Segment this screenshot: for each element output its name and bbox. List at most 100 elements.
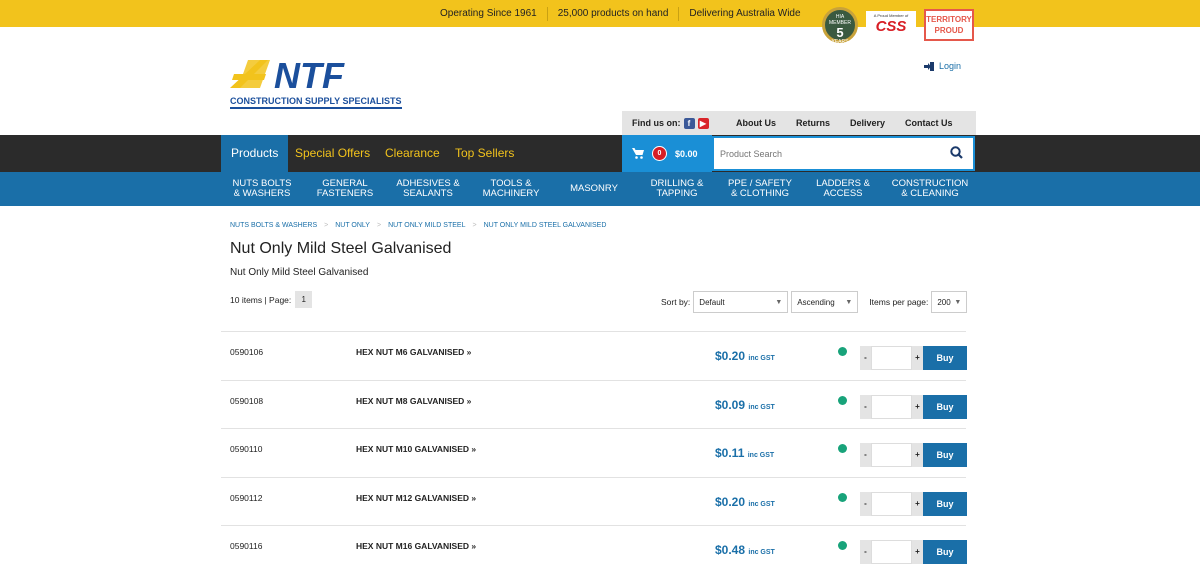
qty-minus-button[interactable]: -: [860, 394, 871, 419]
nav-about-us[interactable]: About Us: [726, 118, 786, 128]
nav-returns[interactable]: Returns: [786, 118, 840, 128]
nav-top-sellers[interactable]: Top Sellers: [445, 135, 524, 172]
product-row: 0590106 HEX NUT M6 GALVANISED » $0.20 in…: [221, 331, 967, 380]
price-gst: inc GST: [747, 452, 775, 459]
breadcrumb-item[interactable]: NUT ONLY MILD STEEL GALVANISED: [484, 222, 607, 229]
page-number-button[interactable]: 1: [295, 291, 313, 308]
cart-total: $0.00: [675, 148, 698, 159]
category-drilling-tapping[interactable]: DRILLING & TAPPING: [637, 172, 717, 206]
qty-plus-button[interactable]: +: [912, 540, 923, 564]
category-line1: MASONRY: [570, 183, 618, 194]
buy-button[interactable]: Buy: [923, 394, 967, 419]
nav-special-offers[interactable]: Special Offers: [285, 135, 380, 172]
qty-plus-button[interactable]: +: [912, 491, 923, 516]
product-search: [712, 136, 975, 171]
logo-tagline: CONSTRUCTION SUPPLY SPECIALISTS: [230, 96, 402, 109]
product-name-link[interactable]: HEX NUT M16 GALVANISED »: [356, 541, 476, 551]
territory-badge-line1: TERRITORY: [926, 15, 972, 24]
product-code: 0590106: [230, 347, 264, 357]
nav-products[interactable]: Products: [221, 135, 289, 172]
category-nav: NUTS BOLTS & WASHERS GENERAL FASTENERS ADH…: [0, 172, 1200, 206]
ntf-logo-mark: NTF: [230, 58, 345, 94]
buy-button[interactable]: Buy: [923, 443, 967, 467]
secondary-nav: Find us on: f ▶ About Us Returns Deliver…: [622, 111, 976, 135]
css-badge-text: CSS: [875, 18, 907, 35]
search-icon[interactable]: [950, 146, 963, 159]
find-us-label: Find us on:: [632, 118, 681, 128]
site-logo[interactable]: NTF CONSTRUCTION SUPPLY SPECIALISTS: [230, 58, 402, 110]
category-line2: MACHINERY: [482, 188, 540, 199]
product-code: 0590110: [230, 444, 263, 454]
category-adhesives-sealants[interactable]: ADHESIVES & SEALANTS: [388, 172, 468, 206]
product-name-link[interactable]: HEX NUT M12 GALVANISED »: [356, 493, 476, 503]
category-line2: SEALANTS: [403, 188, 453, 199]
buy-button[interactable]: Buy: [923, 491, 967, 516]
qty-plus-button[interactable]: +: [912, 443, 923, 467]
secondary-links: About Us Returns Delivery Contact Us: [726, 118, 963, 128]
nav-delivery[interactable]: Delivery: [840, 118, 895, 128]
qty-input[interactable]: [871, 540, 912, 564]
page-subtitle: Nut Only Mild Steel Galvanised: [230, 267, 369, 278]
buy-button[interactable]: Buy: [923, 346, 967, 370]
product-price: $0.11 inc GST: [715, 446, 774, 460]
cart-icon: [632, 148, 644, 159]
top-bar: Operating Since 1961 25,000 products on …: [0, 0, 1200, 45]
page-title: Nut Only Mild Steel Galvanised: [230, 240, 452, 257]
category-ppe-safety[interactable]: PPE / SAFETY & CLOTHING: [720, 172, 800, 206]
login-link[interactable]: Login: [924, 61, 961, 71]
youtube-icon[interactable]: ▶: [697, 117, 709, 129]
in-stock-indicator-icon: [838, 492, 847, 502]
items-per-page-value: 200: [937, 297, 951, 307]
cart-count-badge: 0: [652, 146, 667, 161]
qty-plus-button[interactable]: +: [912, 346, 923, 370]
facebook-icon[interactable]: f: [683, 117, 695, 129]
in-stock-indicator-icon: [838, 541, 847, 550]
breadcrumb-item[interactable]: NUT ONLY MILD STEEL: [388, 222, 465, 229]
qty-minus-button[interactable]: -: [860, 346, 871, 370]
nav-contact-us[interactable]: Contact Us: [895, 118, 963, 128]
quantity-stepper: - +: [860, 443, 923, 467]
product-price: $0.09 inc GST: [715, 398, 775, 412]
nav-clearance[interactable]: Clearance: [375, 135, 450, 172]
price-value: $0.20: [715, 349, 746, 363]
breadcrumb-item[interactable]: NUT ONLY: [335, 222, 370, 229]
category-general-fasteners[interactable]: GENERAL FASTENERS: [305, 172, 385, 206]
qty-input[interactable]: [871, 491, 912, 516]
qty-input[interactable]: [871, 394, 912, 419]
product-price: $0.20 inc GST: [715, 349, 775, 363]
chevron-down-icon: ▼: [845, 299, 853, 306]
qty-input[interactable]: [871, 346, 912, 370]
sort-order-select[interactable]: Ascending ▼: [791, 291, 859, 313]
product-name-link[interactable]: HEX NUT M6 GALVANISED »: [356, 347, 471, 357]
category-ladders-access[interactable]: LADDERS & ACCESS: [803, 172, 883, 206]
find-us: Find us on: f ▶: [622, 117, 726, 129]
buy-button[interactable]: Buy: [923, 540, 967, 564]
in-stock-indicator-icon: [838, 347, 847, 356]
product-code: 0590116: [230, 541, 263, 551]
product-name-link[interactable]: HEX NUT M8 GALVANISED »: [356, 396, 471, 406]
items-per-page-select[interactable]: 200 ▼: [931, 291, 968, 313]
category-construction-cleaning[interactable]: CONSTRUCTION & CLEANING: [886, 172, 974, 206]
sort-by-select[interactable]: Default ▼: [693, 291, 789, 313]
qty-minus-button[interactable]: -: [860, 491, 871, 516]
category-tools-machinery[interactable]: TOOLS & MACHINERY: [471, 172, 551, 206]
qty-minus-button[interactable]: -: [860, 443, 871, 467]
quantity-stepper: - +: [860, 394, 923, 419]
search-input[interactable]: [714, 138, 934, 169]
breadcrumb-separator: >: [472, 222, 477, 229]
product-row: 0590116 HEX NUT M16 GALVANISED » $0.48 i…: [221, 525, 967, 570]
category-masonry[interactable]: MASONRY: [554, 172, 634, 206]
price-gst: inc GST: [748, 355, 775, 362]
css-badge-small: A Proud Member of: [873, 13, 909, 18]
category-nuts-bolts-washers[interactable]: NUTS BOLTS & WASHERS: [222, 172, 302, 206]
product-price: $0.48 inc GST: [715, 543, 775, 557]
product-code: 0590108: [230, 395, 264, 406]
price-value: $0.48: [715, 543, 746, 557]
product-name-link[interactable]: HEX NUT M10 GALVANISED »: [356, 444, 476, 454]
qty-input[interactable]: [871, 443, 912, 467]
qty-minus-button[interactable]: -: [860, 540, 871, 564]
cart-button[interactable]: 0 $0.00: [622, 135, 712, 172]
breadcrumb-item[interactable]: NUTS BOLTS & WASHERS: [230, 222, 317, 229]
qty-plus-button[interactable]: +: [912, 394, 923, 419]
category-line2: ACCESS: [823, 188, 863, 199]
